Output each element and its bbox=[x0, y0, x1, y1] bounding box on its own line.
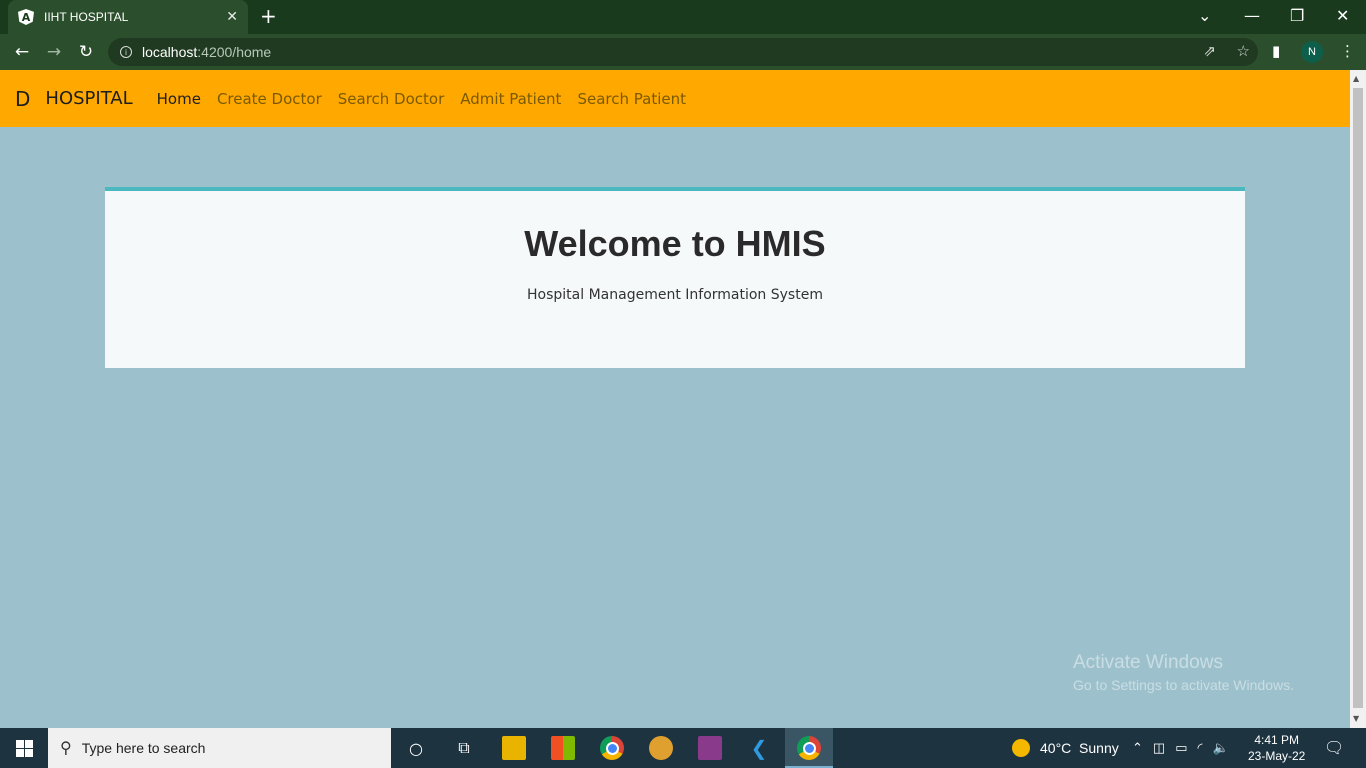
sun-icon bbox=[1012, 739, 1030, 757]
tab-search-icon[interactable]: ⌄ bbox=[1198, 6, 1211, 25]
site-info-icon[interactable]: i bbox=[120, 46, 132, 58]
vscode-icon[interactable]: ❮ bbox=[747, 736, 771, 760]
clock[interactable]: 4:41 PM 23-May-22 bbox=[1248, 728, 1320, 768]
watermark-line2: Go to Settings to activate Windows. bbox=[1073, 677, 1294, 693]
activate-windows-watermark: Activate Windows Go to Settings to activ… bbox=[1073, 652, 1294, 693]
reload-icon[interactable]: ↻ bbox=[70, 42, 102, 62]
address-bar[interactable]: i localhost:4200/home ⇗ ☆ bbox=[108, 38, 1258, 66]
vpn-shield-icon[interactable] bbox=[649, 736, 673, 760]
brand-name[interactable]: HOSPITAL bbox=[45, 88, 132, 109]
file-explorer-icon[interactable] bbox=[502, 736, 526, 760]
angular-logo-icon: A bbox=[18, 9, 34, 25]
search-icon: ⚲ bbox=[60, 740, 72, 757]
welcome-jumbotron: Welcome to HMIS Hospital Management Info… bbox=[105, 187, 1245, 368]
forward-icon[interactable]: → bbox=[38, 42, 70, 62]
app-navbar: D HOSPITAL Home Create Doctor Search Doc… bbox=[0, 70, 1350, 127]
scroll-thumb[interactable] bbox=[1353, 88, 1363, 708]
url-host: localhost bbox=[142, 44, 198, 60]
meet-now-icon[interactable]: ◫ bbox=[1153, 740, 1165, 756]
battery-icon[interactable]: ▭ bbox=[1175, 740, 1187, 756]
clock-date: 23-May-22 bbox=[1248, 749, 1306, 763]
chevron-up-icon[interactable]: ⌃ bbox=[1132, 740, 1143, 756]
nav-link-search-doctor[interactable]: Search Doctor bbox=[338, 90, 445, 108]
share-icon[interactable]: ⇗ bbox=[1203, 42, 1216, 60]
scroll-up-icon[interactable]: ▲ bbox=[1353, 74, 1359, 83]
chrome-profile-icon[interactable] bbox=[797, 736, 821, 760]
system-tray: ⌃ ◫ ▭ ◜ 🔈 bbox=[1132, 728, 1229, 768]
page-scrollbar[interactable]: ▲ ▼ bbox=[1350, 70, 1366, 728]
close-tab-icon[interactable]: ✕ bbox=[226, 9, 238, 25]
weather-widget[interactable]: 40°C Sunny bbox=[1012, 728, 1119, 768]
notification-icon[interactable]: 🗨 bbox=[1324, 728, 1344, 768]
search-placeholder: Type here to search bbox=[81, 740, 206, 756]
back-icon[interactable]: ← bbox=[6, 42, 38, 62]
close-window-icon[interactable]: ✕ bbox=[1336, 6, 1349, 25]
brand-letter[interactable]: D bbox=[15, 87, 30, 111]
scroll-down-icon[interactable]: ▼ bbox=[1353, 714, 1359, 723]
nav-link-home[interactable]: Home bbox=[157, 90, 201, 108]
wifi-icon[interactable]: ◜ bbox=[1198, 740, 1203, 756]
weather-text: 40°C Sunny bbox=[1040, 740, 1119, 756]
restore-icon[interactable]: ❐ bbox=[1290, 6, 1304, 25]
task-view-icon[interactable]: ⧉ bbox=[452, 736, 476, 760]
chrome-icon[interactable] bbox=[600, 736, 624, 760]
browser-toolbar: ← → ↻ i localhost:4200/home ⇗ ☆ bbox=[0, 34, 1366, 70]
clock-time: 4:41 PM bbox=[1254, 733, 1300, 747]
taskbar-search-box[interactable]: ⚲ Type here to search bbox=[48, 728, 391, 768]
winrar-icon[interactable] bbox=[698, 736, 722, 760]
watermark-line1: Activate Windows bbox=[1073, 652, 1223, 673]
bookmark-star-icon[interactable]: ☆ bbox=[1237, 42, 1250, 60]
menu-kebab-icon[interactable]: ⋮ bbox=[1340, 42, 1355, 60]
nav-link-search-patient[interactable]: Search Patient bbox=[577, 90, 686, 108]
nav-link-admit-patient[interactable]: Admit Patient bbox=[460, 90, 561, 108]
tab-title: IIHT HOSPITAL bbox=[44, 10, 129, 24]
url-path: :4200/home bbox=[197, 44, 272, 60]
browser-tab[interactable]: A IIHT HOSPITAL ✕ bbox=[8, 0, 248, 34]
volume-icon[interactable]: 🔈 bbox=[1213, 740, 1229, 756]
browser-tab-strip: A IIHT HOSPITAL ✕ + ⌄ — ❐ ✕ bbox=[0, 0, 1366, 34]
microsoft-store-icon[interactable] bbox=[551, 736, 575, 760]
page-title: Welcome to HMIS bbox=[524, 223, 826, 264]
new-tab-icon[interactable]: + bbox=[260, 6, 277, 26]
page-subtitle: Hospital Management Information System bbox=[527, 287, 823, 303]
start-button[interactable] bbox=[0, 728, 48, 768]
profile-avatar[interactable]: N bbox=[1301, 41, 1323, 63]
nav-link-create-doctor[interactable]: Create Doctor bbox=[217, 90, 322, 108]
minimize-icon[interactable]: — bbox=[1244, 6, 1260, 25]
windows-logo-icon bbox=[15, 739, 33, 757]
cortana-icon[interactable]: ○ bbox=[404, 736, 428, 760]
side-panel-icon[interactable]: ▮ bbox=[1272, 42, 1280, 60]
